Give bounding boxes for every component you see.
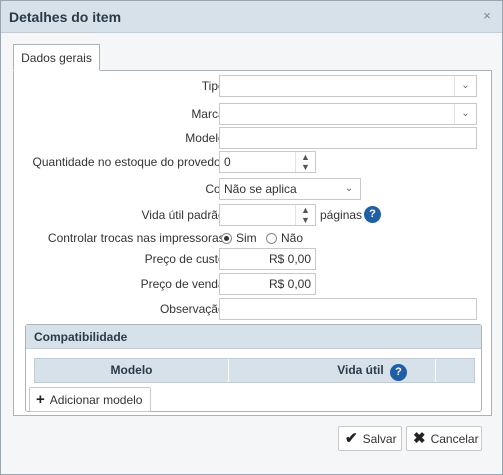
cor-value: Não se aplica	[224, 182, 297, 196]
add-model-button[interactable]: + Adicionar modelo	[29, 387, 151, 412]
vida-util-unit: páginas	[320, 208, 363, 222]
question-circle-icon[interactable]: ?	[364, 206, 381, 223]
venda-label: Preço de venda:	[140, 277, 228, 291]
cancel-button[interactable]: ✖ Cancelar	[406, 426, 482, 451]
custo-row: Preço de custo: R$ 0,00	[14, 248, 491, 272]
custo-value: R$ 0,00	[268, 252, 311, 266]
dialog-title: Detalhes do item	[9, 9, 122, 25]
save-button[interactable]: ✔ Salvar	[338, 426, 402, 451]
modelo-row: Modelo:	[14, 127, 491, 151]
marca-select[interactable]: ⌄	[219, 103, 477, 125]
plus-icon: +	[36, 391, 45, 408]
col-vida-util[interactable]: Vida útil ?	[229, 359, 411, 382]
x-icon: ✖	[413, 430, 426, 447]
add-model-label: Adicionar modelo	[49, 392, 143, 407]
vida-util-stepper[interactable]: ▲ ▼	[219, 204, 316, 226]
compat-panel: Compatibilidade Modelo Vida útil ? + Adi…	[25, 324, 482, 412]
trocas-nao-label: Não	[281, 231, 304, 245]
estoque-label: Quantidade no estoque do provedor:	[32, 155, 228, 169]
column-divider	[435, 359, 436, 382]
item-details-dialog: Detalhes do item × Dados gerais Tipo: ⌄ …	[0, 0, 503, 475]
cor-row: Cor: Não se aplica ⌄	[14, 178, 491, 202]
tab-panel: Tipo: ⌄ Marca: ⌄ Modelo: Quantidade no e…	[13, 70, 492, 416]
tipo-row: Tipo: ⌄	[14, 75, 491, 99]
chevron-down-icon[interactable]: ▼	[296, 215, 315, 225]
chevron-down-icon[interactable]: ▼	[296, 162, 315, 172]
vida-util-row: Vida útil padrão: ▲ ▼ páginas ?	[14, 204, 491, 228]
marca-row: Marca: ⌄	[14, 103, 491, 127]
modelo-input[interactable]	[219, 127, 477, 149]
stepper-buttons[interactable]: ▲ ▼	[295, 152, 315, 172]
custo-input[interactable]: R$ 0,00	[219, 248, 316, 270]
radio-checked-icon[interactable]	[221, 233, 232, 244]
trocas-row: Controlar trocas nas impressoras: Sim Nã…	[14, 230, 491, 248]
tipo-select[interactable]: ⌄	[219, 75, 477, 97]
chevron-up-icon[interactable]: ▲	[296, 152, 315, 162]
compat-title: Compatibilidade	[26, 325, 481, 349]
chevron-up-icon[interactable]: ▲	[296, 205, 315, 215]
trocas-radio-sim[interactable]: Sim	[221, 231, 257, 245]
venda-value: R$ 0,00	[268, 277, 311, 291]
estoque-value: 0	[224, 155, 231, 169]
compat-grid-header: Modelo Vida útil ?	[34, 358, 475, 383]
chevron-down-icon[interactable]: ⌄	[454, 104, 476, 124]
dialog-titlebar[interactable]: Detalhes do item ×	[1, 1, 502, 33]
radio-unchecked-icon[interactable]	[266, 233, 277, 244]
vida-util-label: Vida útil padrão:	[141, 208, 228, 222]
col-vida-util-label: Vida útil	[337, 363, 384, 377]
observacao-row: Observação:	[14, 298, 491, 322]
tab-dados-gerais[interactable]: Dados gerais	[13, 44, 100, 71]
trocas-label: Controlar trocas nas impressoras:	[47, 231, 228, 245]
observacao-label: Observação:	[159, 302, 228, 316]
trocas-sim-label: Sim	[236, 231, 257, 245]
check-icon: ✔	[345, 430, 358, 447]
observacao-input[interactable]	[219, 298, 477, 320]
venda-input[interactable]: R$ 0,00	[219, 273, 316, 295]
col-modelo[interactable]: Modelo	[35, 359, 228, 382]
chevron-down-icon[interactable]: ⌄	[338, 179, 360, 199]
save-label: Salvar	[362, 431, 397, 446]
venda-row: Preço de venda: R$ 0,00	[14, 273, 491, 297]
chevron-down-icon[interactable]: ⌄	[454, 76, 476, 96]
stepper-buttons[interactable]: ▲ ▼	[295, 205, 315, 225]
estoque-row: Quantidade no estoque do provedor: 0 ▲ ▼	[14, 151, 491, 175]
trocas-radio-nao[interactable]: Não	[266, 231, 303, 245]
cor-select[interactable]: Não se aplica ⌄	[219, 178, 361, 200]
cancel-label: Cancelar	[430, 431, 479, 446]
close-icon[interactable]: ×	[480, 9, 494, 23]
custo-label: Preço de custo:	[144, 252, 228, 266]
estoque-stepper[interactable]: 0 ▲ ▼	[219, 151, 316, 173]
question-circle-icon[interactable]: ?	[390, 364, 407, 381]
